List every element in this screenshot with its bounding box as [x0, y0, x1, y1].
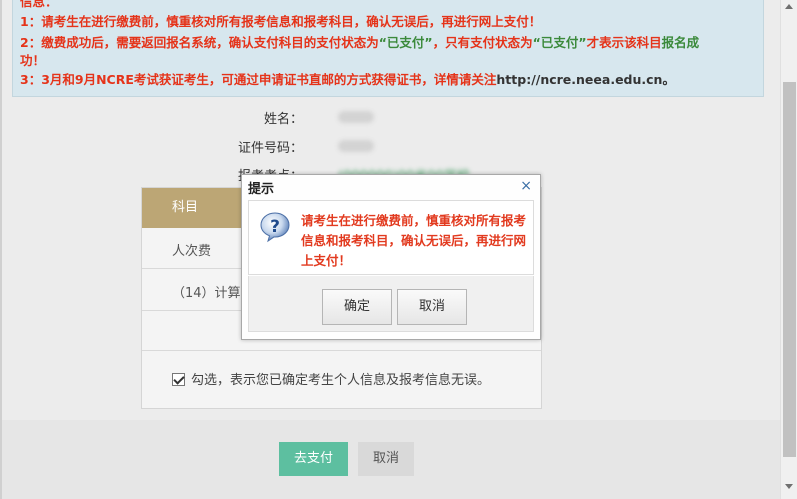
close-icon[interactable]: × [520, 178, 532, 194]
notice-line-2: 2：缴费成功后，需要返回报名系统，确认支付科目的支付状态为“已支付”，只有支付状… [20, 33, 699, 52]
notice-line-2-part-a: 2：缴费成功后，需要返回报名系统，确认支付科目的支付状态为 [20, 35, 379, 50]
page-left-border [0, 0, 2, 499]
notice-line-1: 1：请考生在进行缴费前，慎重核对所有报考信息和报考科目，确认无误后，再进行网上支… [20, 14, 542, 29]
notice-line-3: 3：3月和9月NCRE考试获证考生，可通过申请证书直邮的方式获得证书，详情请关注… [20, 70, 675, 89]
confirm-checkbox-row[interactable]: 勾选，表示您已确定考生个人信息及报考信息无误。 [172, 369, 490, 388]
confirm-dialog: 提示 × ? 请考生在进行缴费前，慎重核对所有报考信息和报考科目，确认无误后，再… [241, 174, 541, 340]
notice-header: 信息： [20, 0, 58, 9]
notice-line-3-end: 。 [662, 72, 675, 87]
subject-label: （14）计算 [172, 286, 241, 301]
dialog-cancel-button[interactable]: 取消 [397, 289, 467, 325]
id-number-value-blurred [338, 140, 374, 152]
cancel-button[interactable]: 取消 [358, 442, 414, 476]
column-header-subject: 科目 [142, 188, 242, 228]
svg-text:?: ? [270, 217, 280, 237]
id-number-label: 证件号码： [237, 141, 303, 156]
question-icon: ? [260, 212, 290, 243]
notice-status-paid-2: “已支付” [532, 35, 587, 50]
confirm-text: 勾选，表示您已确定考生个人信息及报考信息无误。 [191, 373, 491, 388]
dialog-ok-button[interactable]: 确定 [322, 289, 392, 325]
dialog-body: ? 请考生在进行缴费前，慎重核对所有报考信息和报考科目，确认无误后，再进行网上支… [248, 200, 534, 275]
notice-panel: 信息： 1：请考生在进行缴费前，慎重核对所有报考信息和报考科目，确认无误后，再进… [12, 0, 764, 97]
dialog-title: 提示 [248, 182, 275, 197]
scrollbar-thumb[interactable] [783, 82, 796, 457]
pay-button[interactable]: 去支付 [279, 442, 348, 476]
vertical-scrollbar[interactable] [780, 0, 797, 499]
notice-status-paid-1: “已支付” [378, 35, 433, 50]
ncre-link[interactable]: http://ncre.neea.edu.cn [496, 72, 662, 87]
dialog-footer: 确定 取消 [248, 276, 534, 332]
scroll-up-arrow-icon[interactable] [785, 4, 793, 9]
dialog-message: 请考生在进行缴费前，慎重核对所有报考信息和报考科目，确认无误后，再进行网上支付！ [301, 213, 527, 268]
notice-line-2-part-b: ，只有支付状态为 [432, 35, 533, 50]
fee-label: 人次费 [172, 244, 212, 259]
notice-line-2-part-c: 才表示该科目 [586, 35, 662, 50]
notice-line-3-text: 3：3月和9月NCRE考试获证考生，可通过申请证书直邮的方式获得证书，详情请关注 [20, 72, 497, 87]
name-value-blurred [338, 111, 374, 123]
name-label: 姓名： [263, 112, 303, 127]
notice-line-2-part-d: 报名成 [661, 35, 700, 50]
scroll-down-arrow-icon[interactable] [785, 484, 793, 489]
confirm-checkbox[interactable] [172, 373, 185, 386]
notice-line-2-end: 功！ [20, 53, 46, 68]
